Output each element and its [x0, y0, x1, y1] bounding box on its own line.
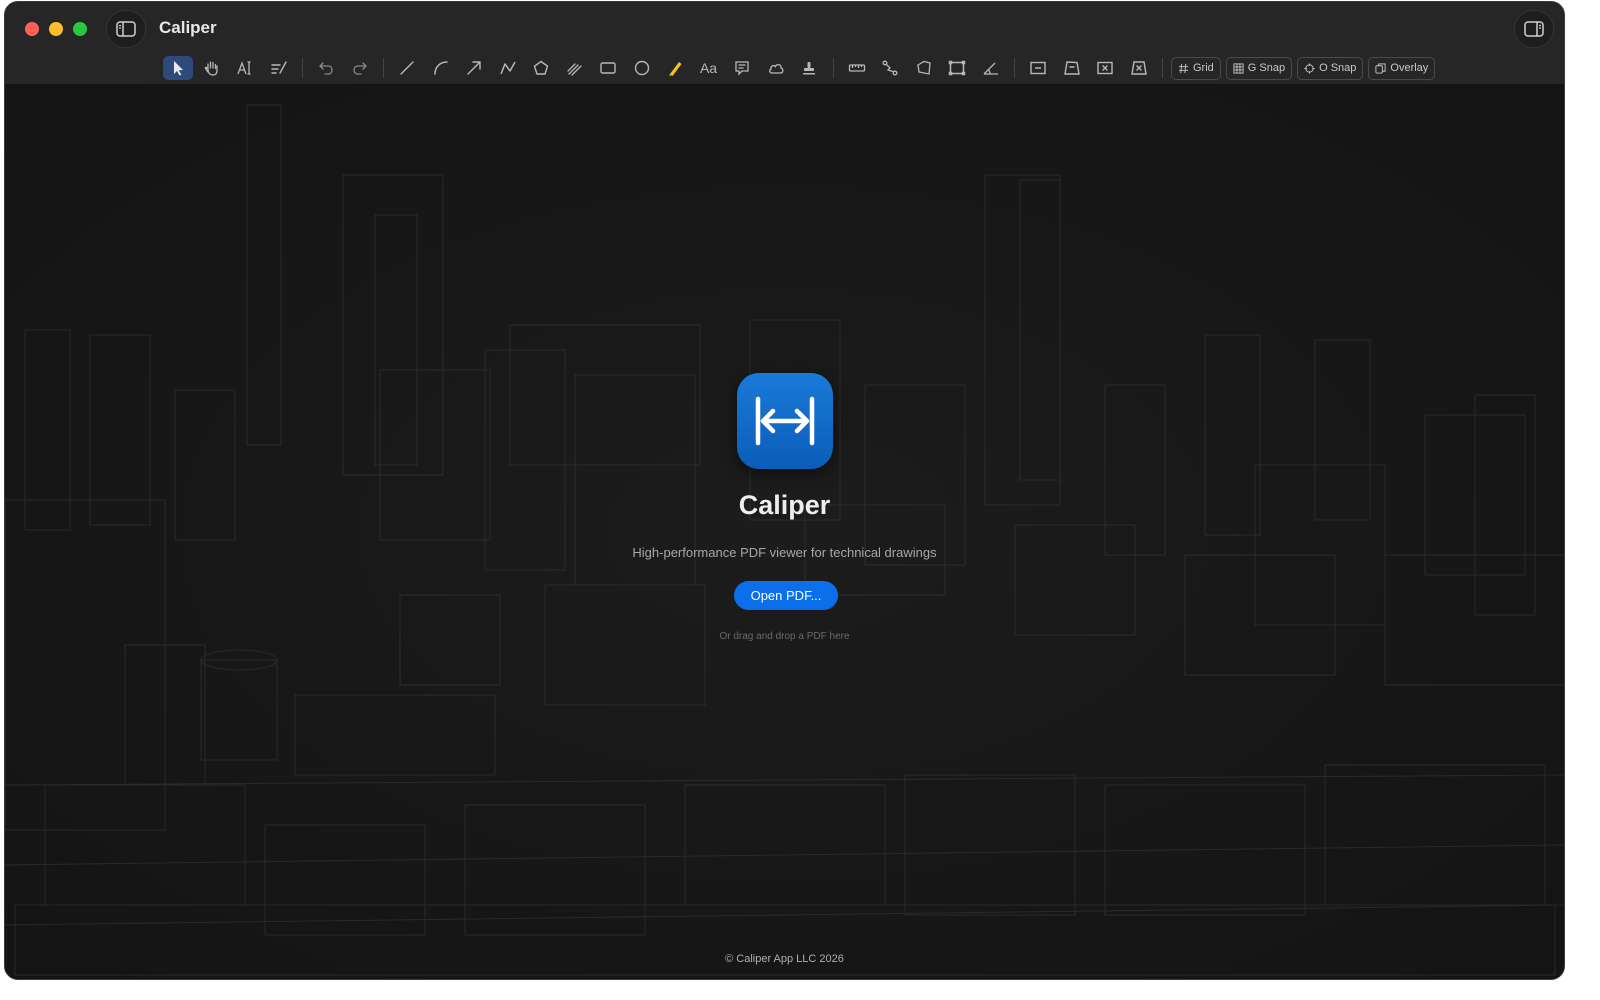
toolbar-separator	[383, 58, 384, 78]
rectangle-tool[interactable]	[593, 56, 623, 80]
undo-button[interactable]	[311, 56, 341, 80]
stamp-tool[interactable]	[794, 56, 824, 80]
cutout-rect-tool[interactable]	[1023, 56, 1053, 80]
select-tool[interactable]	[163, 56, 193, 80]
toolbar-separator	[1162, 58, 1163, 78]
circle-icon	[634, 60, 649, 76]
ellipse-tool[interactable]	[627, 56, 657, 80]
close-window-button[interactable]	[25, 22, 39, 36]
hand-icon	[204, 61, 218, 76]
copyright-text: © Caliper App LLC 2026	[725, 953, 844, 965]
object-snap-toggle[interactable]: O Snap	[1297, 56, 1364, 80]
cloud-tool[interactable]	[761, 56, 791, 80]
redo-icon	[352, 62, 367, 75]
minimize-window-button[interactable]	[49, 22, 63, 36]
sidebar-icon	[116, 21, 136, 37]
callout-tool[interactable]	[727, 56, 757, 80]
cloud-icon	[768, 63, 783, 74]
overlay-icon	[1375, 62, 1386, 74]
text-aa-icon: Aa	[699, 60, 718, 76]
markup-tool[interactable]	[264, 56, 294, 80]
toolbar-separator	[832, 58, 834, 78]
grid-toggle[interactable]: Grid	[1171, 56, 1221, 80]
poly-x-icon	[1130, 61, 1147, 75]
app-window: Caliper Aa Grid G Snap O Snap Overlay Ca…	[4, 1, 1565, 980]
pan-tool[interactable]	[197, 56, 227, 80]
deduct-poly-tool[interactable]	[1124, 56, 1154, 80]
toggle-sidebar-button[interactable]	[106, 10, 146, 48]
title-bar: Caliper Aa Grid G Snap O Snap Overlay	[5, 2, 1564, 85]
caliper-logo-icon	[755, 396, 815, 446]
rect-area-icon	[948, 60, 966, 76]
text-tool[interactable]: Aa	[694, 56, 724, 80]
rect-x-icon	[1097, 61, 1113, 75]
overlay-toggle[interactable]: Overlay	[1368, 56, 1436, 80]
grid-snap-label: G Snap	[1247, 62, 1286, 74]
grid-icon	[1233, 62, 1244, 74]
object-snap-label: O Snap	[1319, 62, 1357, 74]
pointer-arrow-icon	[174, 61, 183, 76]
crosshair-icon	[1304, 62, 1315, 74]
deduct-rect-tool[interactable]	[1090, 56, 1120, 80]
path-icon	[882, 60, 898, 76]
cutout-poly-tool[interactable]	[1057, 56, 1087, 80]
toolbar-separator	[1014, 58, 1015, 78]
angle-icon	[983, 62, 998, 75]
toolbar-separator	[302, 58, 303, 78]
measure-rect-area-tool[interactable]	[942, 56, 972, 80]
grid-snap-toggle[interactable]: G Snap	[1225, 56, 1293, 80]
polyline-icon	[499, 61, 516, 75]
main-toolbar: Aa Grid G Snap O Snap Overlay	[163, 54, 1440, 82]
measure-path-tool[interactable]	[875, 56, 905, 80]
text-cursor-icon	[237, 61, 251, 75]
zoom-window-button[interactable]	[73, 22, 87, 36]
freehand-tool[interactable]	[560, 56, 590, 80]
measure-area-tool[interactable]	[909, 56, 939, 80]
document-canvas[interactable]: Caliper High-performance PDF viewer for …	[5, 85, 1564, 979]
stamp-icon	[803, 62, 815, 75]
hash-icon	[1178, 63, 1189, 73]
arc-tool[interactable]	[426, 56, 456, 80]
arrow-tool[interactable]	[459, 56, 489, 80]
arrow-icon	[467, 61, 481, 75]
ruler-icon	[848, 64, 865, 72]
rect-minus-icon	[1030, 61, 1046, 75]
wireframe-city-background	[5, 104, 1564, 976]
redo-button[interactable]	[345, 56, 375, 80]
window-title: Caliper	[159, 18, 217, 37]
polygon-area-icon	[916, 60, 931, 75]
highlighter-icon	[669, 62, 682, 77]
speech-bubble-icon	[735, 61, 749, 76]
inspector-icon	[1524, 21, 1544, 37]
welcome-subtitle: High-performance PDF viewer for technica…	[632, 545, 937, 560]
scribble-icon	[566, 63, 582, 76]
undo-icon	[319, 62, 333, 75]
drop-hint: Or drag and drop a PDF here	[719, 631, 850, 642]
measure-angle-tool[interactable]	[976, 56, 1006, 80]
measure-length-tool[interactable]	[842, 56, 872, 80]
arc-icon	[433, 61, 448, 75]
polyline-tool[interactable]	[493, 56, 523, 80]
open-pdf-button[interactable]: Open PDF...	[734, 581, 838, 610]
welcome-title: Caliper	[738, 490, 831, 520]
pentagon-icon	[533, 60, 549, 75]
polygon-tool[interactable]	[526, 56, 556, 80]
lines-pen-icon	[270, 61, 287, 74]
rectangle-icon	[600, 62, 616, 74]
poly-minus-icon	[1063, 61, 1080, 75]
toggle-inspector-button[interactable]	[1514, 10, 1554, 48]
text-select-tool[interactable]	[230, 56, 260, 80]
overlay-label: Overlay	[1390, 62, 1429, 74]
highlighter-tool[interactable]	[660, 56, 690, 80]
line-icon	[400, 61, 414, 75]
grid-toggle-label: Grid	[1193, 62, 1214, 74]
line-tool[interactable]	[392, 56, 422, 80]
app-logo	[737, 373, 833, 469]
